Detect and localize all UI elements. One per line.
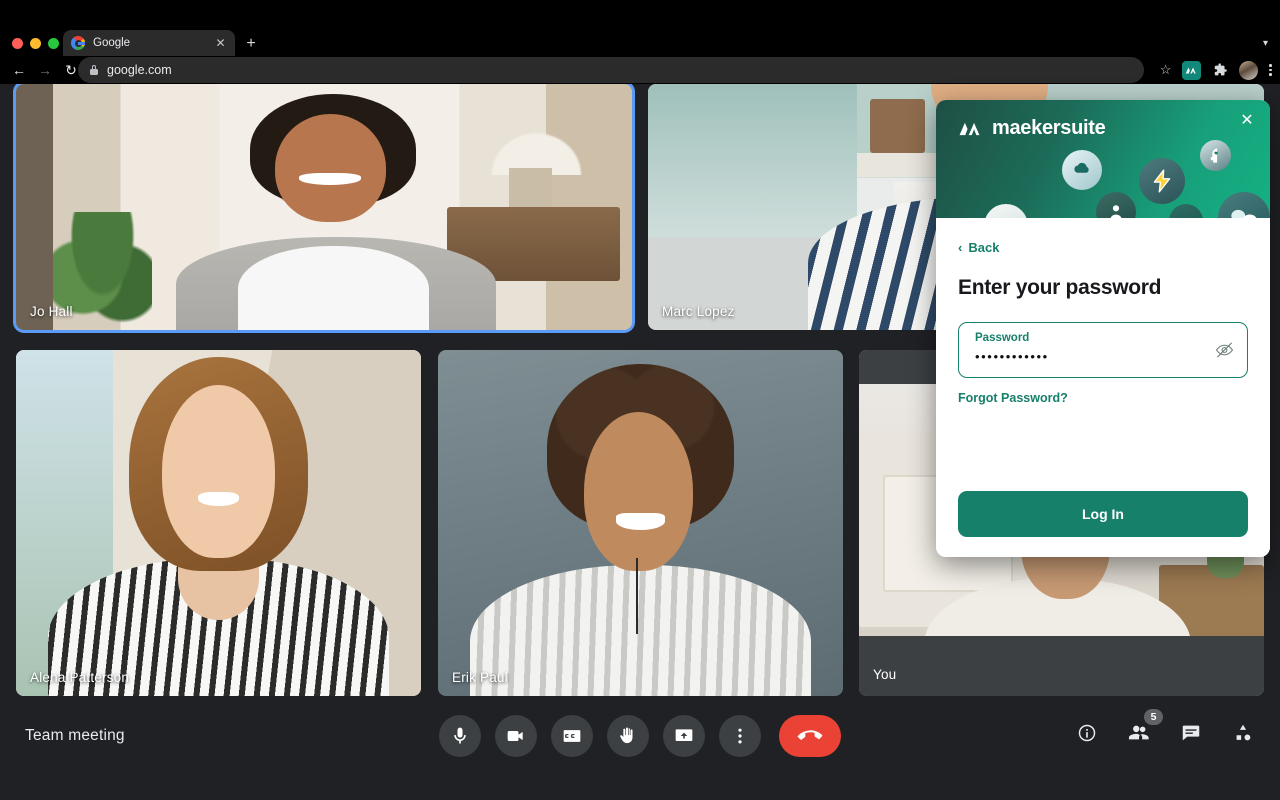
video-feed [16,84,632,330]
window-traffic-lights[interactable] [12,38,59,49]
maximize-window-button[interactable] [48,38,59,49]
chat-button[interactable] [1176,718,1206,748]
microphone-button[interactable] [439,715,481,757]
password-input[interactable]: •••••••••••• [975,349,1203,364]
participant-tile-alena-patterson[interactable]: Alena Patterson [16,350,421,696]
chat-bubble-icon [1182,725,1200,741]
tab-title: Google [93,37,131,49]
lock-icon [90,65,98,75]
forgot-password-link[interactable]: Forgot Password? [958,391,1068,405]
people-icon [1128,725,1149,740]
brand-logo: maekersuite [958,117,1106,140]
browser-window: Jo Hall Marc Lopez Alena Patterson Erik … [0,0,1280,800]
microphone-icon [454,727,466,744]
popup-body: ‹ Back Enter your password Password ••••… [936,218,1270,557]
present-screen-icon [675,729,693,741]
meeting-details-button[interactable] [1072,718,1102,748]
chrome-menu-button[interactable] [1269,63,1272,77]
captions-button[interactable] [551,715,593,757]
maekersuite-login-popup: maekersuite ✕ ‹ Back Enter your password… [936,100,1270,557]
url-text: google.com [107,63,172,77]
closed-captions-icon [563,730,581,742]
omnibox-row: ← → ↻ google.com ☆ [0,56,1280,84]
toolbar-icons: ☆ [1160,56,1272,84]
activities-icon [1236,724,1251,741]
participant-tile-erik-paul[interactable]: Erik Paul [438,350,843,696]
chevron-left-icon: ‹ [958,240,963,255]
head-heart-icon [1200,140,1231,171]
forward-button[interactable]: → [32,57,58,83]
bookmark-star-button[interactable]: ☆ [1160,62,1172,78]
meeting-title: Team meeting [25,727,125,744]
participant-name: You [873,667,897,682]
speech-bubbles-icon [1218,192,1270,218]
info-icon [1078,724,1096,742]
maekersuite-logo-icon [959,122,980,135]
password-label: Password [975,332,1030,344]
brand-name: maekersuite [992,117,1106,139]
meeting-control-bar: Team meeting 5 [0,704,1280,800]
back-button[interactable]: ← [6,57,32,83]
participant-name: Marc Lopez [662,304,735,319]
secondary-controls: 5 [1072,709,1258,748]
close-icon[interactable]: ✕ [214,37,227,49]
raised-hand-icon [620,727,633,744]
video-feed [16,350,421,696]
maekersuite-logo-icon [1186,66,1197,74]
google-icon [71,36,85,50]
profile-avatar-icon[interactable] [1239,60,1259,80]
puzzle-extension-icon [1215,63,1228,76]
lightning-bolt-icon [1139,158,1185,204]
password-field[interactable]: Password •••••••••••• [958,322,1248,378]
minimize-window-button[interactable] [30,38,41,49]
raise-hand-button[interactable] [607,715,649,757]
form-spacer [958,407,1248,491]
popup-title: Enter your password [958,276,1162,299]
video-camera-icon [507,731,523,741]
participant-name: Erik Paul [452,670,508,685]
person-icon [1096,192,1136,218]
chevron-down-icon[interactable]: ▾ [1263,38,1268,49]
maekersuite-extension-button[interactable] [1182,60,1202,80]
close-icon[interactable]: ✕ [1237,111,1257,131]
primary-controls [439,715,841,757]
extensions-puzzle-button[interactable] [1212,62,1228,78]
cloud-icon [1062,150,1102,190]
close-window-button[interactable] [12,38,23,49]
end-call-button[interactable] [779,715,841,757]
smiley-icon [984,204,1028,218]
video-letterbox-bottom [859,636,1264,696]
participant-tile-jo-hall[interactable]: Jo Hall [16,84,632,330]
end-call-icon [797,730,823,740]
present-screen-button[interactable] [663,715,705,757]
participant-name: Jo Hall [30,304,73,319]
activities-button[interactable] [1228,718,1258,748]
participants-count-badge: 5 [1144,709,1163,725]
more-vertical-icon [738,728,742,744]
tab-strip: Google ✕ + ▾ [0,0,1280,56]
browser-chrome: Google ✕ + ▾ ← → ↻ google.com ☆ [0,0,1280,84]
video-feed [438,350,843,696]
camera-button[interactable] [495,715,537,757]
participants-button[interactable]: 5 [1124,709,1163,748]
back-button[interactable]: ‹ Back [958,240,1248,255]
participant-name: Alena Patterson [30,670,130,685]
login-button[interactable]: Log In [958,491,1248,537]
popup-header: maekersuite ✕ [936,100,1270,218]
eye-off-icon[interactable] [1215,341,1234,360]
browser-tab[interactable]: Google ✕ [63,30,235,56]
address-bar[interactable]: google.com [78,57,1144,83]
more-options-button[interactable] [719,715,761,757]
back-label: Back [968,240,1000,255]
new-tab-button[interactable]: + [243,36,259,52]
target-icon [1169,204,1203,218]
